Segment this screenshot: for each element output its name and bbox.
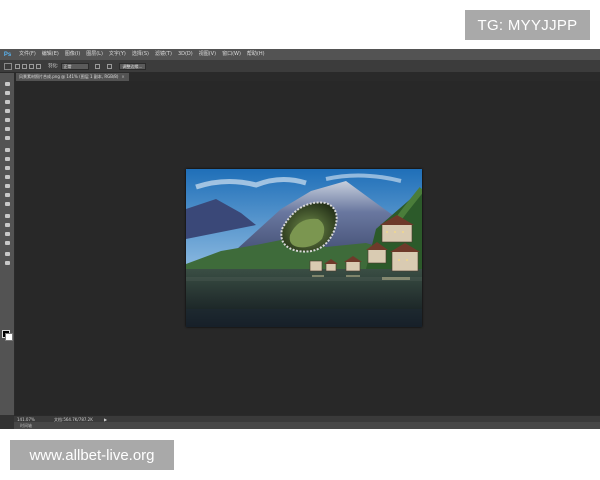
style-select[interactable]: 正常 <box>60 62 89 70</box>
new-selection-icon[interactable] <box>15 63 20 69</box>
document-tab[interactable]: 风景素材照片合成.png @ 141% (图层 1 副本, RGB/8) × <box>16 73 129 81</box>
menu-layer[interactable]: 图层(L) <box>83 49 106 60</box>
type-tool-icon[interactable] <box>3 222 11 228</box>
timeline-panel[interactable]: 时间轴 <box>14 422 600 429</box>
shape-tool-icon[interactable] <box>3 240 11 246</box>
brush-tool-icon[interactable] <box>3 147 11 153</box>
eraser-tool-icon[interactable] <box>3 174 11 180</box>
quick-select-tool-icon[interactable] <box>3 108 11 114</box>
feather-label: 羽化: <box>48 64 59 69</box>
path-select-tool-icon[interactable] <box>3 231 11 237</box>
document-tab-label: 风景素材照片合成.png @ 141% (图层 1 副本, RGB/8) <box>19 74 119 79</box>
menu-edit[interactable]: 编辑(E) <box>39 49 62 60</box>
menu-image[interactable]: 图像(I) <box>62 49 83 60</box>
photoshop-window: Ps 文件(F) 编辑(E) 图像(I) 图层(L) 文字(Y) 选择(S) 滤… <box>0 49 600 429</box>
close-icon[interactable]: × <box>121 74 124 79</box>
landscape-photo[interactable] <box>186 169 422 327</box>
subtract-selection-icon[interactable] <box>29 63 34 69</box>
menu-bar: Ps 文件(F) 编辑(E) 图像(I) 图层(L) 文字(Y) 选择(S) 滤… <box>0 49 600 60</box>
menu-window[interactable]: 窗口(W) <box>219 49 244 60</box>
tg-watermark: TG: MYYJJPP <box>465 10 590 40</box>
blur-tool-icon[interactable] <box>3 192 11 198</box>
gradient-tool-icon[interactable] <box>3 183 11 189</box>
options-bar: 羽化: 正常 调整边缘... <box>0 60 600 73</box>
width-icon[interactable] <box>94 63 100 69</box>
lasso-tool-icon[interactable] <box>3 99 11 105</box>
menu-help[interactable]: 帮助(H) <box>244 49 268 60</box>
refine-edge-button[interactable]: 调整边缘... <box>118 62 147 70</box>
menu-select[interactable]: 选择(S) <box>129 49 152 60</box>
zoom-tool-icon[interactable] <box>3 260 11 266</box>
marquee-tool-icon[interactable] <box>3 90 11 96</box>
move-tool-icon[interactable] <box>3 81 11 87</box>
intersect-selection-icon[interactable] <box>36 63 41 69</box>
eyedropper-tool-icon[interactable] <box>3 126 11 132</box>
add-selection-icon[interactable] <box>22 63 27 69</box>
site-watermark: www.allbet-live.org <box>10 440 174 470</box>
healing-brush-tool-icon[interactable] <box>3 135 11 141</box>
tool-preset-icon[interactable] <box>4 62 12 70</box>
clone-stamp-tool-icon[interactable] <box>3 156 11 162</box>
hand-tool-icon[interactable] <box>3 251 11 257</box>
menu-file[interactable]: 文件(F) <box>16 49 39 60</box>
canvas-workspace[interactable] <box>15 81 600 415</box>
height-icon[interactable] <box>106 63 112 69</box>
tools-panel <box>0 73 15 415</box>
photoshop-logo-icon: Ps <box>3 51 12 58</box>
timeline-label: 时间轴 <box>20 423 32 428</box>
menu-3d[interactable]: 3D(D) <box>175 49 196 60</box>
menu-type[interactable]: 文字(Y) <box>106 49 129 60</box>
document-tab-bar: 风景素材照片合成.png @ 141% (图层 1 副本, RGB/8) × <box>14 73 600 81</box>
history-brush-tool-icon[interactable] <box>3 165 11 171</box>
pen-tool-icon[interactable] <box>3 213 11 219</box>
menu-view[interactable]: 视图(V) <box>196 49 219 60</box>
crop-tool-icon[interactable] <box>3 117 11 123</box>
background-color-swatch[interactable] <box>5 333 13 341</box>
dodge-tool-icon[interactable] <box>3 201 11 207</box>
menu-filter[interactable]: 滤镜(T) <box>152 49 175 60</box>
